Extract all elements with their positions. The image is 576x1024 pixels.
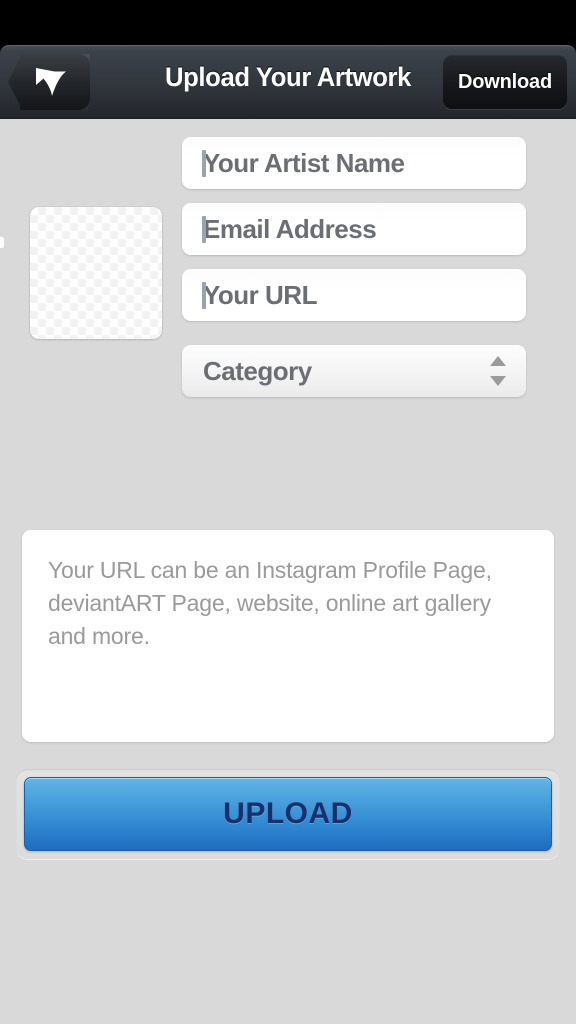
stepper-up-down-icon[interactable] xyxy=(489,356,506,386)
upload-button-label: UPLOAD xyxy=(223,797,353,830)
text-caret xyxy=(202,150,206,177)
text-caret xyxy=(202,282,206,309)
email-field[interactable]: Email Address xyxy=(182,203,526,255)
chevron-down-icon xyxy=(489,376,506,386)
artist-name-placeholder: Your Artist Name xyxy=(203,147,405,178)
text-caret xyxy=(202,216,206,243)
email-placeholder: Email Address xyxy=(203,213,377,244)
artwork-thumbnail[interactable] xyxy=(30,207,162,339)
download-button[interactable]: Download xyxy=(443,55,567,109)
help-textarea[interactable]: Your URL can be an Instagram Profile Pag… xyxy=(22,530,554,742)
back-arrow-icon xyxy=(36,68,66,96)
back-button[interactable] xyxy=(8,54,90,110)
edge-sliver xyxy=(0,237,4,248)
upload-button-frame: UPLOAD xyxy=(16,769,560,859)
artist-name-field[interactable]: Your Artist Name xyxy=(182,137,526,189)
upload-button[interactable]: UPLOAD xyxy=(24,777,552,851)
chevron-up-icon xyxy=(489,356,506,366)
help-text: Your URL can be an Instagram Profile Pag… xyxy=(48,557,492,649)
download-button-label: Download xyxy=(458,70,552,93)
category-select[interactable]: Category xyxy=(182,345,526,397)
url-field[interactable]: Your URL xyxy=(182,269,526,321)
category-select-value: Category xyxy=(203,355,312,386)
content-area: Your Artist Name Email Address Your URL … xyxy=(0,119,576,1024)
status-bar xyxy=(0,0,576,45)
